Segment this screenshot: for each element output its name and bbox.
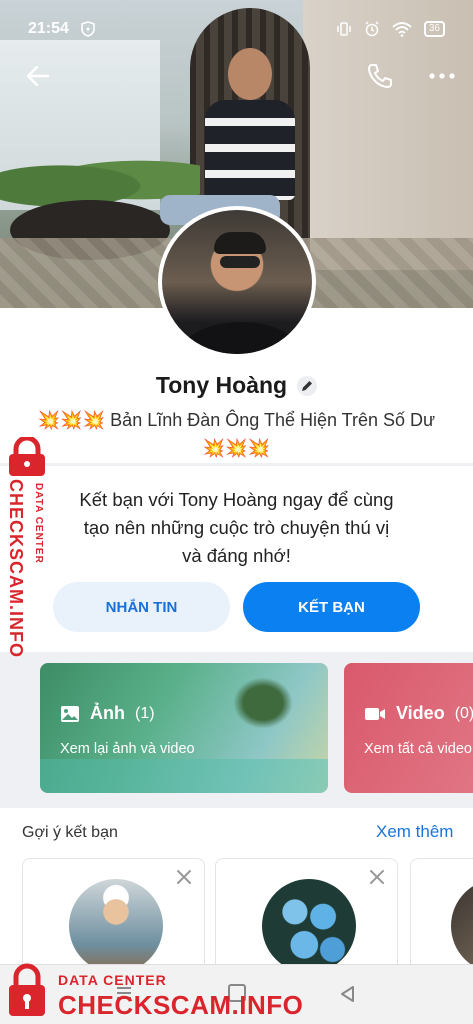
photos-count: (1)	[135, 704, 155, 722]
shield-icon	[81, 21, 95, 37]
image-icon	[61, 705, 79, 722]
watermark-bottom: DATA CENTER CHECKSCAM.INFO	[0, 960, 304, 1024]
status-time: 21:54	[28, 20, 69, 37]
avatar-sunglasses	[220, 256, 260, 268]
wifi-icon	[392, 22, 412, 37]
bio-line-1: 💥💥💥 Bản Lĩnh Đàn Ông Thể Hiện Trên Số Dư	[0, 406, 473, 434]
video-camera-icon	[365, 707, 385, 720]
padlock-icon	[9, 963, 45, 1016]
videos-card[interactable]: Video (0) Xem tất cả video	[344, 663, 473, 793]
videos-card-title: Video (0)	[364, 703, 473, 724]
battery-icon: 36	[423, 21, 445, 37]
send-message-button[interactable]: NHẮN TIN	[53, 582, 230, 632]
watermark-tag: DATA CENTER	[58, 972, 167, 988]
add-friend-message-line: tạo nên những cuộc trò chuyện thú vị	[83, 517, 390, 538]
status-icons: 36	[336, 21, 445, 37]
cover-person-shirt	[205, 100, 295, 200]
back-triangle-icon[interactable]	[338, 984, 358, 1004]
bio-line-2: 💥💥💥	[0, 434, 473, 462]
watermark-brand: CHECKSCAM.INFO	[6, 479, 26, 658]
watermark-side: CHECKSCAM.INFO DATA CENTER	[0, 437, 56, 667]
add-friend-message: Kết bạn với Tony Hoàng ngay để cùng tạo …	[0, 486, 473, 570]
burst-emoji: 💥💥💥	[202, 438, 271, 458]
vibrate-icon	[337, 22, 351, 36]
videos-label: Video	[396, 703, 445, 723]
back-arrow-icon[interactable]	[22, 60, 54, 92]
padlock-icon	[9, 437, 45, 476]
pencil-icon[interactable]	[297, 375, 318, 396]
profile-name-row: Tony Hoàng	[0, 372, 473, 399]
profile-bio: 💥💥💥 Bản Lĩnh Đàn Ông Thể Hiện Trên Số Dư…	[0, 406, 473, 462]
suggestions-title: Gợi ý kết bạn	[22, 824, 118, 841]
close-icon[interactable]	[367, 867, 387, 887]
videos-count: (0)	[454, 704, 473, 722]
avatar-shirt	[182, 322, 300, 354]
watermark-tag: DATA CENTER	[33, 483, 44, 564]
alarm-icon	[365, 21, 379, 37]
photos-card-title: Ảnh (1)	[60, 703, 155, 724]
avatar-hair	[214, 232, 266, 254]
suggestion-avatar[interactable]	[262, 879, 356, 973]
more-options-icon[interactable]	[424, 60, 460, 92]
add-friend-button[interactable]: KẾT BẠN	[243, 582, 420, 632]
add-friend-message-line: và đáng nhớ!	[182, 545, 291, 566]
photos-card[interactable]: Ảnh (1) Xem lại ảnh và video	[40, 663, 328, 793]
photos-label: Ảnh	[90, 703, 125, 723]
profile-topbar	[0, 56, 473, 96]
add-friend-message-line: Kết bạn với Tony Hoàng ngay để cùng	[79, 489, 394, 510]
see-more-link[interactable]: Xem thêm	[376, 822, 453, 842]
photos-card-pool	[40, 759, 328, 793]
suggestion-avatar[interactable]	[69, 879, 163, 973]
profile-name: Tony Hoàng	[155, 372, 288, 398]
phone-call-icon[interactable]	[364, 60, 396, 92]
media-strip: Ảnh (1) Xem lại ảnh và video Video (0) X…	[0, 652, 473, 804]
videos-subtitle: Xem tất cả video	[364, 741, 472, 757]
add-friend-panel: Kết bạn với Tony Hoàng ngay để cùng tạo …	[0, 466, 473, 652]
status-bar: 21:54 36	[0, 0, 473, 58]
watermark-brand: CHECKSCAM.INFO	[58, 990, 304, 1020]
suggestion-avatar[interactable]	[451, 879, 473, 973]
burst-emoji: 💥💥💥	[37, 410, 106, 430]
photos-subtitle: Xem lại ảnh và video	[60, 741, 195, 757]
photos-card-palm	[228, 673, 298, 733]
profile-avatar[interactable]	[158, 206, 316, 358]
bio-text: Bản Lĩnh Đàn Ông Thể Hiện Trên Số Dư	[110, 410, 436, 430]
close-icon[interactable]	[174, 867, 194, 887]
